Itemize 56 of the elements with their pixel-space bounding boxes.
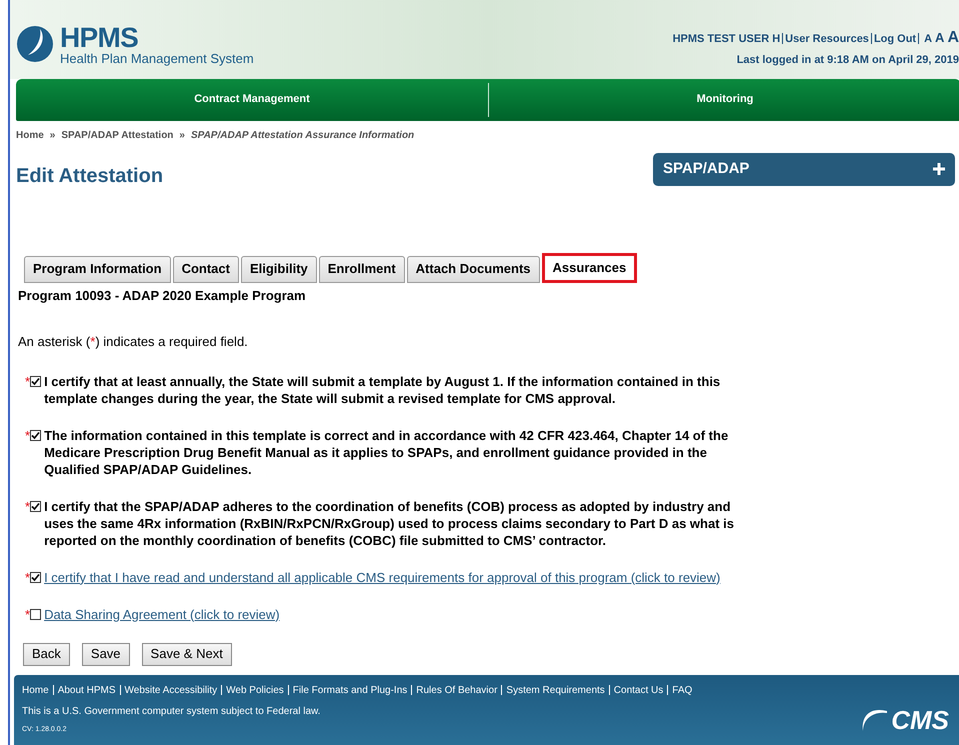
checkbox[interactable]: [30, 500, 42, 512]
required-note: An asterisk (*) indicates a required field.: [18, 333, 249, 351]
breadcrumb-link[interactable]: Home: [16, 128, 44, 142]
footer-link[interactable]: Website Accessibility: [124, 682, 218, 698]
tab[interactable]: Program Information: [24, 256, 171, 282]
breadcrumb-current[interactable]: SPAP/ADAP Attestation Assurance Information: [190, 128, 414, 142]
required-asterisk: *: [25, 426, 30, 444]
breadcrumb-separator: »: [179, 128, 185, 142]
program-heading: Program 10093 - ADAP 2020 Example Program: [18, 286, 307, 305]
nav-tab[interactable]: Contract Management: [16, 91, 488, 108]
header-link[interactable]: User Resources: [785, 31, 869, 48]
logo-icon: [16, 25, 54, 64]
checkbox[interactable]: [30, 430, 42, 440]
footer-link[interactable]: Contact Us: [614, 682, 664, 698]
font-size-link[interactable]: A: [947, 26, 959, 50]
side-panel-header[interactable]: SPAP/ADAP: [653, 152, 955, 186]
required-asterisk: *: [25, 372, 30, 390]
logo-title: HPMS: [60, 24, 140, 52]
review-link[interactable]: Data Sharing Agreement (click to review): [44, 606, 280, 622]
checkbox[interactable]: [30, 376, 42, 386]
logo-subtitle: Health Plan Management System: [60, 52, 254, 65]
tab[interactable]: Contact: [172, 256, 239, 282]
tab[interactable]: Attach Documents: [406, 256, 540, 282]
form-button[interactable]: Save: [82, 642, 130, 666]
footer-link[interactable]: Rules Of Behavior: [416, 682, 498, 698]
checkbox[interactable]: [30, 608, 42, 620]
breadcrumb-separator: »: [50, 128, 56, 142]
review-link[interactable]: I certify that I have read and understand all applicable CMS requirements for approval of this program (click to review): [44, 568, 720, 586]
required-asterisk: *: [25, 606, 30, 622]
font-size-link[interactable]: A: [924, 31, 932, 48]
footer-link[interactable]: Web Policies: [226, 682, 284, 698]
breadcrumb-link[interactable]: SPAP/ADAP Attestation: [61, 128, 174, 142]
form-button[interactable]: Back: [23, 642, 70, 666]
nav-tab[interactable]: Monitoring: [489, 91, 959, 108]
header-link[interactable]: Log Out: [874, 31, 916, 48]
font-size-link[interactable]: A: [935, 28, 944, 48]
required-asterisk: *: [25, 498, 30, 514]
footer-link[interactable]: About HPMS: [58, 682, 116, 698]
assurance-text: The information contained in this template is correct and in accordance with 42 CFR 423.464, Chapter 14 of the Medicare Prescription Drug Benefit Manual as it applies to SPAPs, and enrollment guidance provided in the Qualified SPAP/ADAP Guidelines.: [44, 426, 730, 478]
footer-link[interactable]: FAQ: [672, 682, 692, 698]
assurance-text: I certify that at least annually, the State will submit a template by August 1. If the information contained in this template changes during the year, the State will submit a revised template for CMS approval.: [44, 372, 722, 406]
cms-logo: CMS: [891, 706, 949, 733]
required-asterisk: *: [25, 568, 30, 586]
tab[interactable]: Enrollment: [318, 256, 405, 282]
last-login: Last logged in at 9:18 AM on April 29, 2019: [736, 53, 959, 68]
footer-notice: This is a U.S. Government computer system subject to Federal law.: [22, 704, 322, 718]
assurance-text: I certify that the SPAP/ADAP adheres to the coordination of benefits (COB) process as adopted by industry and uses the same 4Rx information (RxBIN/RxPCN/RxGroup) used to process claims secondary to Part D as what is reported on the monthly coordination of benefits (COBC) file submitted to CMS’ contractor.: [44, 498, 735, 548]
tab[interactable]: Assurances: [542, 252, 638, 282]
checkbox[interactable]: [30, 572, 42, 582]
page-title: Edit Attestation: [16, 164, 164, 188]
user-name[interactable]: HPMS TEST USER H: [672, 31, 780, 48]
form-button[interactable]: Save & Next: [142, 642, 232, 666]
footer-link[interactable]: System Requirements: [506, 682, 605, 698]
tab[interactable]: Eligibility: [240, 256, 317, 282]
footer-link[interactable]: Home: [22, 682, 49, 698]
footer-link[interactable]: File Formats and Plug-Ins: [292, 682, 408, 698]
